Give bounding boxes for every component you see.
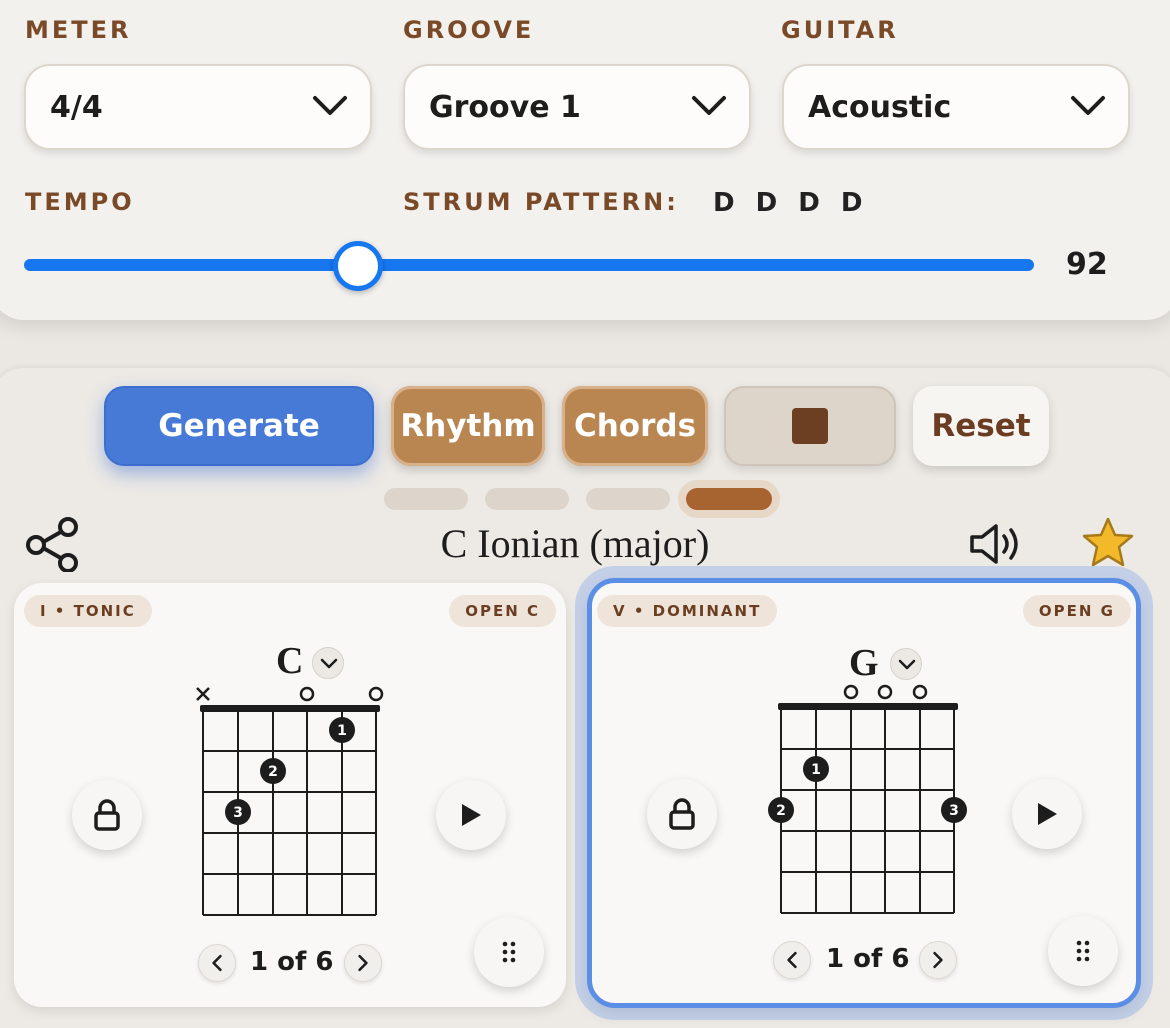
meter-label: METER [25, 16, 132, 44]
chord-role-pill: I • TONIC [24, 595, 152, 627]
pager-dot[interactable] [384, 488, 468, 510]
open-string-marker [877, 684, 893, 700]
chevron-right-icon [358, 954, 368, 972]
chord-role-pill: V • DOMINANT [597, 595, 778, 627]
lock-icon [94, 799, 120, 831]
chord-select-button[interactable] [312, 647, 344, 679]
pager-dot[interactable] [586, 488, 670, 510]
play-button[interactable] [436, 780, 506, 850]
play-icon [462, 804, 481, 826]
grip-icon [502, 941, 516, 963]
tempo-slider-thumb[interactable] [333, 241, 383, 291]
open-string-marker [843, 684, 859, 700]
open-string-marker [912, 684, 928, 700]
voicing-name-pill: OPEN C [449, 595, 556, 627]
chord-diagram: 1 2 3 [196, 686, 384, 916]
chord-name: G [849, 642, 879, 684]
open-string-marker [368, 686, 384, 702]
finger-dot: 3 [225, 799, 251, 825]
chevron-down-icon [1071, 96, 1105, 115]
play-button[interactable] [1012, 779, 1082, 849]
strum-pattern-value: D D D D [713, 188, 869, 218]
finger-dot: 1 [803, 756, 829, 782]
speaker-icon[interactable] [968, 522, 1028, 566]
tempo-slider-track[interactable] [24, 259, 1034, 271]
chevron-down-icon [898, 659, 916, 670]
chord-select-button[interactable] [890, 648, 922, 680]
star-icon[interactable] [1080, 516, 1136, 570]
groove-select[interactable]: Groove 1 [403, 64, 751, 150]
drag-handle[interactable] [1048, 916, 1118, 986]
chevron-down-icon [320, 658, 338, 669]
chevron-down-icon [313, 96, 347, 115]
muted-string-marker [196, 687, 210, 701]
groove-value: Groove 1 [429, 89, 581, 125]
svg-text:3: 3 [949, 803, 959, 819]
prev-voicing-button[interactable] [198, 944, 236, 982]
guitar-label: GUITAR [781, 16, 899, 44]
open-string-marker [299, 686, 315, 702]
lock-button[interactable] [72, 780, 142, 850]
chevron-down-icon [692, 96, 726, 115]
prev-voicing-button[interactable] [773, 941, 811, 979]
meter-select[interactable]: 4/4 [24, 64, 372, 150]
svg-text:1: 1 [337, 723, 347, 739]
chevron-right-icon [933, 951, 943, 969]
guitar-value: Acoustic [808, 89, 952, 125]
voicing-position: 1 of 6 [826, 944, 910, 974]
strum-pattern-label: STRUM PATTERN: [403, 188, 679, 216]
finger-dot: 2 [768, 797, 794, 823]
chord-card[interactable]: I • TONIC OPEN C C 1 2 3 1 of 6 [14, 583, 566, 1007]
chord-card-selected[interactable]: V • DOMINANT OPEN G G 1 2 3 1 of 6 [587, 578, 1141, 1008]
finger-dot: 2 [260, 758, 286, 784]
play-icon [1038, 803, 1057, 825]
meter-value: 4/4 [50, 89, 103, 125]
pager-dot[interactable] [485, 488, 569, 510]
chevron-left-icon [787, 951, 797, 969]
stop-icon [792, 408, 828, 444]
svg-text:1: 1 [811, 762, 821, 778]
chevron-left-icon [212, 954, 222, 972]
lock-icon [669, 798, 695, 830]
drag-handle[interactable] [474, 917, 544, 987]
grip-icon [1076, 940, 1090, 962]
stop-button[interactable] [724, 386, 896, 466]
rhythm-button[interactable]: Rhythm [391, 386, 545, 466]
chord-name: C [276, 640, 304, 682]
guitar-select[interactable]: Acoustic [782, 64, 1130, 150]
generate-button[interactable]: Generate [104, 386, 374, 466]
finger-dot: 1 [329, 717, 355, 743]
tempo-label: TEMPO [25, 188, 135, 216]
svg-text:2: 2 [268, 764, 278, 780]
next-voicing-button[interactable] [919, 941, 957, 979]
svg-text:3: 3 [233, 805, 243, 821]
svg-text:2: 2 [776, 803, 786, 819]
tempo-value: 92 [1066, 247, 1108, 282]
voicing-name-pill: OPEN G [1022, 595, 1131, 627]
lock-button[interactable] [647, 779, 717, 849]
finger-dot: 3 [941, 797, 967, 823]
chords-button[interactable]: Chords [562, 386, 708, 466]
voicing-position: 1 of 6 [250, 947, 334, 977]
chord-diagram: 1 2 3 [768, 684, 967, 914]
reset-button[interactable]: Reset [913, 386, 1049, 466]
groove-label: GROOVE [403, 16, 535, 44]
pager-dot-active[interactable] [686, 488, 772, 510]
settings-panel [0, 0, 1170, 320]
next-voicing-button[interactable] [344, 944, 382, 982]
